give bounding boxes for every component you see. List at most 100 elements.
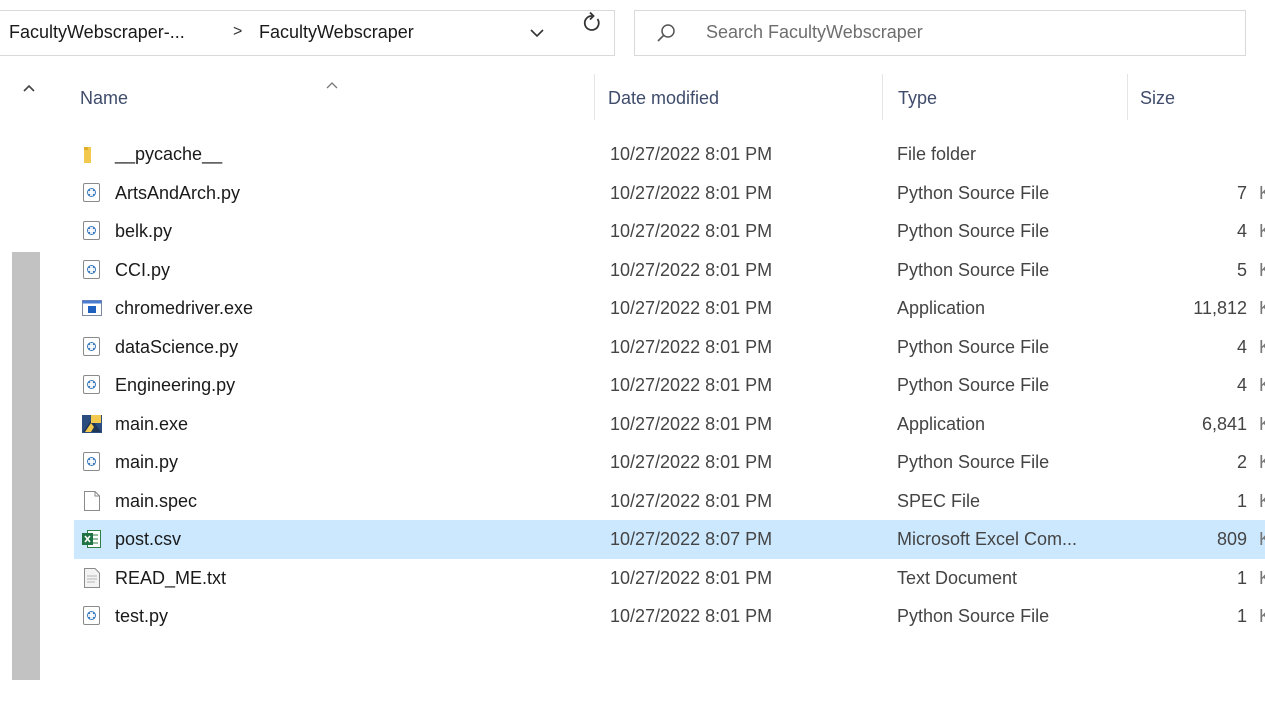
file-name: CCI.py	[115, 259, 171, 280]
file-name: ArtsAndArch.py	[115, 182, 241, 203]
column-header-date[interactable]: Date modified	[595, 72, 883, 122]
file-date-modified: 10/27/2022 8:01 PM	[610, 606, 773, 626]
column-header-type[interactable]: Type	[883, 72, 1128, 122]
size-unit-truncated: K	[1259, 183, 1265, 203]
file-date-modified: 10/27/2022 8:01 PM	[610, 221, 773, 241]
application-icon	[82, 297, 102, 319]
file-type: Python Source File	[897, 606, 1050, 626]
column-header-row: Name Date modified Type Size	[42, 72, 1265, 122]
file-row-read-me-txt[interactable]: READ_ME.txt 10/27/2022 8:01 PM Text Docume…	[74, 559, 1265, 598]
file-name: chromedriver.exe	[115, 298, 254, 318]
breadcrumb-parent[interactable]: FacultyWebscraper-...	[9, 22, 185, 43]
file-name: main.spec	[115, 490, 198, 511]
file-type: Application	[897, 298, 986, 318]
sort-ascending-icon	[325, 74, 339, 89]
file-size: 7	[1236, 182, 1247, 203]
file-size: 809	[1216, 529, 1247, 549]
file-type: File folder	[897, 144, 977, 164]
file-date-modified: 10/27/2022 8:01 PM	[610, 490, 773, 511]
size-unit-truncated: K	[1259, 529, 1265, 549]
text-file-icon	[82, 567, 102, 589]
refresh-icon[interactable]	[577, 8, 607, 38]
column-header-size-label: Size	[1140, 88, 1176, 108]
file-row-main-spec[interactable]: main.spec 10/27/2022 8:01 PM SPEC File 1K	[74, 482, 1265, 521]
pyinstaller-exe-icon	[82, 413, 102, 435]
file-date-modified: 10/27/2022 8:01 PM	[610, 567, 773, 588]
file-type: Python Source File	[897, 336, 1050, 357]
address-bar[interactable]: FacultyWebscraper-... > FacultyWebscrape…	[0, 10, 615, 56]
python-file-icon	[82, 336, 102, 358]
file-date-modified: 10/27/2022 8:01 PM	[610, 182, 773, 203]
file-date-modified: 10/27/2022 8:01 PM	[610, 259, 773, 280]
file-name: Engineering.py	[115, 375, 236, 395]
python-file-icon	[82, 374, 102, 396]
file-type: Python Source File	[897, 221, 1050, 241]
file-row-artsandarch-py[interactable]: ArtsAndArch.py 10/27/2022 8:01 PM Python S…	[74, 174, 1265, 213]
file-date-modified: 10/27/2022 8:01 PM	[610, 452, 773, 472]
file-name: post.csv	[115, 529, 182, 549]
scrollbar-thumb[interactable]	[12, 252, 40, 680]
file-name: __pycache__	[115, 144, 223, 164]
breadcrumb-current[interactable]: FacultyWebscraper	[259, 22, 414, 43]
chevron-down-icon[interactable]	[523, 19, 551, 47]
search-input[interactable]: Search FacultyWebscraper	[634, 10, 1246, 56]
folder-icon	[82, 143, 102, 165]
scroll-up-icon[interactable]	[22, 80, 36, 92]
breadcrumb-separator-icon[interactable]: >	[233, 23, 242, 41]
size-unit-truncated: K	[1259, 491, 1265, 511]
size-unit-truncated: K	[1259, 568, 1265, 588]
column-header-type-label: Type	[898, 88, 938, 108]
python-file-icon	[82, 451, 102, 473]
column-header-name-label: Name	[80, 88, 129, 108]
file-date-modified: 10/27/2022 8:01 PM	[610, 144, 773, 164]
file-row-test-py[interactable]: test.py 10/27/2022 8:01 PM Python Source F…	[74, 597, 1265, 636]
file-row-post-csv[interactable]: post.csv 10/27/2022 8:07 PM Microsoft Exce…	[74, 520, 1265, 559]
column-header-date-label: Date modified	[608, 88, 720, 108]
file-row-belk-py[interactable]: belk.py 10/27/2022 8:01 PM Python Source F…	[74, 212, 1265, 251]
size-unit-truncated: K	[1259, 375, 1265, 395]
excel-csv-icon	[82, 528, 102, 550]
column-header-name[interactable]: Name	[42, 72, 595, 122]
file-size: 1	[1236, 490, 1247, 511]
file-size: 2	[1236, 452, 1247, 472]
file-row-pycache[interactable]: __pycache__ 10/27/2022 8:01 PM File folder	[74, 135, 1265, 174]
file-name: test.py	[115, 606, 169, 626]
blank-file-icon	[82, 490, 102, 512]
file-type: Microsoft Excel Com...	[897, 529, 1078, 549]
file-size: 4	[1236, 336, 1247, 357]
search-icon	[655, 22, 677, 44]
file-size: 4	[1236, 375, 1247, 395]
file-list: __pycache__ 10/27/2022 8:01 PM File folder…	[74, 135, 1265, 636]
file-row-chromedriver-exe[interactable]: chromedriver.exe 10/27/2022 8:01 PM Applic…	[74, 289, 1265, 328]
file-row-main-py[interactable]: main.py 10/27/2022 8:01 PM Python Source F…	[74, 443, 1265, 482]
file-date-modified: 10/27/2022 8:01 PM	[610, 298, 773, 318]
file-date-modified: 10/27/2022 8:01 PM	[610, 336, 773, 357]
size-unit-truncated: K	[1259, 452, 1265, 472]
python-file-icon	[82, 182, 102, 204]
file-type: Python Source File	[897, 452, 1050, 472]
file-row-engineering-py[interactable]: Engineering.py 10/27/2022 8:01 PM Python S…	[74, 366, 1265, 405]
file-name: dataScience.py	[115, 336, 239, 357]
size-unit-truncated: K	[1259, 260, 1265, 280]
file-date-modified: 10/27/2022 8:01 PM	[610, 413, 773, 434]
size-unit-truncated: K	[1259, 298, 1265, 318]
file-size: 5	[1236, 259, 1247, 280]
explorer-toolbar: FacultyWebscraper-... > FacultyWebscrape…	[0, 0, 1265, 68]
size-unit-truncated: K	[1259, 337, 1265, 357]
file-row-cci-py[interactable]: CCI.py 10/27/2022 8:01 PM Python Source Fi…	[74, 251, 1265, 290]
file-name: main.exe	[115, 413, 189, 434]
file-type: Python Source File	[897, 182, 1050, 203]
file-size: 6,841	[1201, 413, 1247, 434]
file-size: 1	[1236, 567, 1247, 588]
file-date-modified: 10/27/2022 8:01 PM	[610, 375, 773, 395]
file-type: SPEC File	[897, 490, 981, 511]
file-row-datascience-py[interactable]: dataScience.py 10/27/2022 8:01 PM Python S…	[74, 328, 1265, 367]
file-size: 4	[1236, 221, 1247, 241]
python-file-icon	[82, 220, 102, 242]
size-unit-truncated: K	[1259, 414, 1265, 434]
file-row-main-exe[interactable]: main.exe 10/27/2022 8:01 PM Application 6,8…	[74, 405, 1265, 444]
column-header-size[interactable]: Size	[1128, 72, 1265, 122]
search-placeholder: Search FacultyWebscraper	[706, 22, 923, 42]
file-name: main.py	[115, 452, 179, 472]
size-unit-truncated: K	[1259, 221, 1265, 241]
